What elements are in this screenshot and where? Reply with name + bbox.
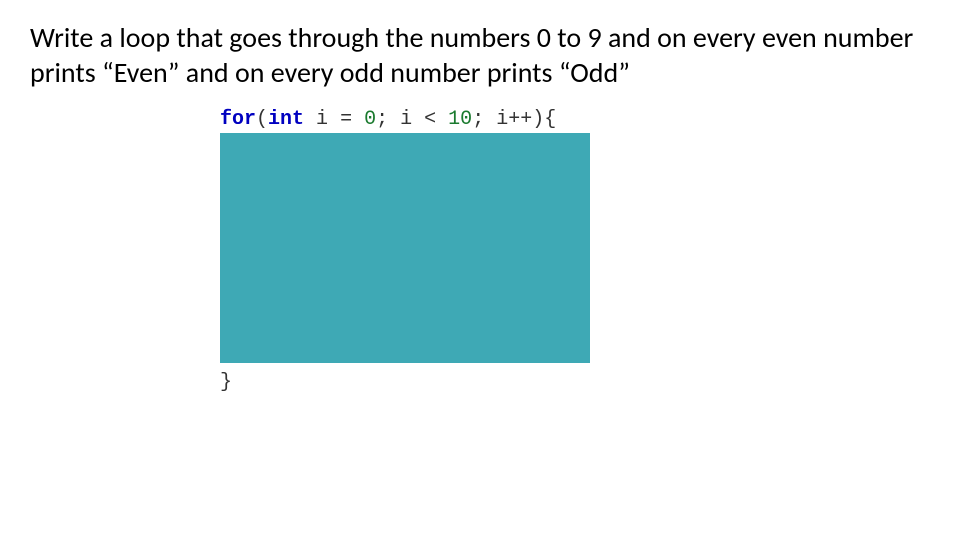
increment: i++: [496, 108, 532, 131]
cond-lhs: i: [400, 108, 424, 131]
semicolon-1: ;: [376, 108, 400, 131]
question-prompt: Write a loop that goes through the numbe…: [30, 20, 930, 90]
code-close-brace: }: [220, 371, 650, 394]
brace-open: {: [544, 108, 556, 131]
code-for-line: for(int i = 0; i < 10; i++){: [220, 108, 650, 131]
literal-zero: 0: [364, 108, 376, 131]
keyword-for: for: [220, 108, 256, 131]
type-int: int: [268, 108, 304, 131]
equals: =: [340, 108, 352, 131]
answer-cover-box: [220, 133, 590, 363]
paren-open: (: [256, 108, 268, 131]
code-block: for(int i = 0; i < 10; i++){ }: [220, 108, 650, 394]
var-decl: i: [304, 108, 340, 131]
literal-ten: 10: [448, 108, 472, 131]
semicolon-2: ;: [472, 108, 496, 131]
paren-close: ): [532, 108, 544, 131]
less-than: <: [424, 108, 436, 131]
slide-content: Write a loop that goes through the numbe…: [30, 20, 930, 394]
space-2: [436, 108, 448, 131]
space: [352, 108, 364, 131]
